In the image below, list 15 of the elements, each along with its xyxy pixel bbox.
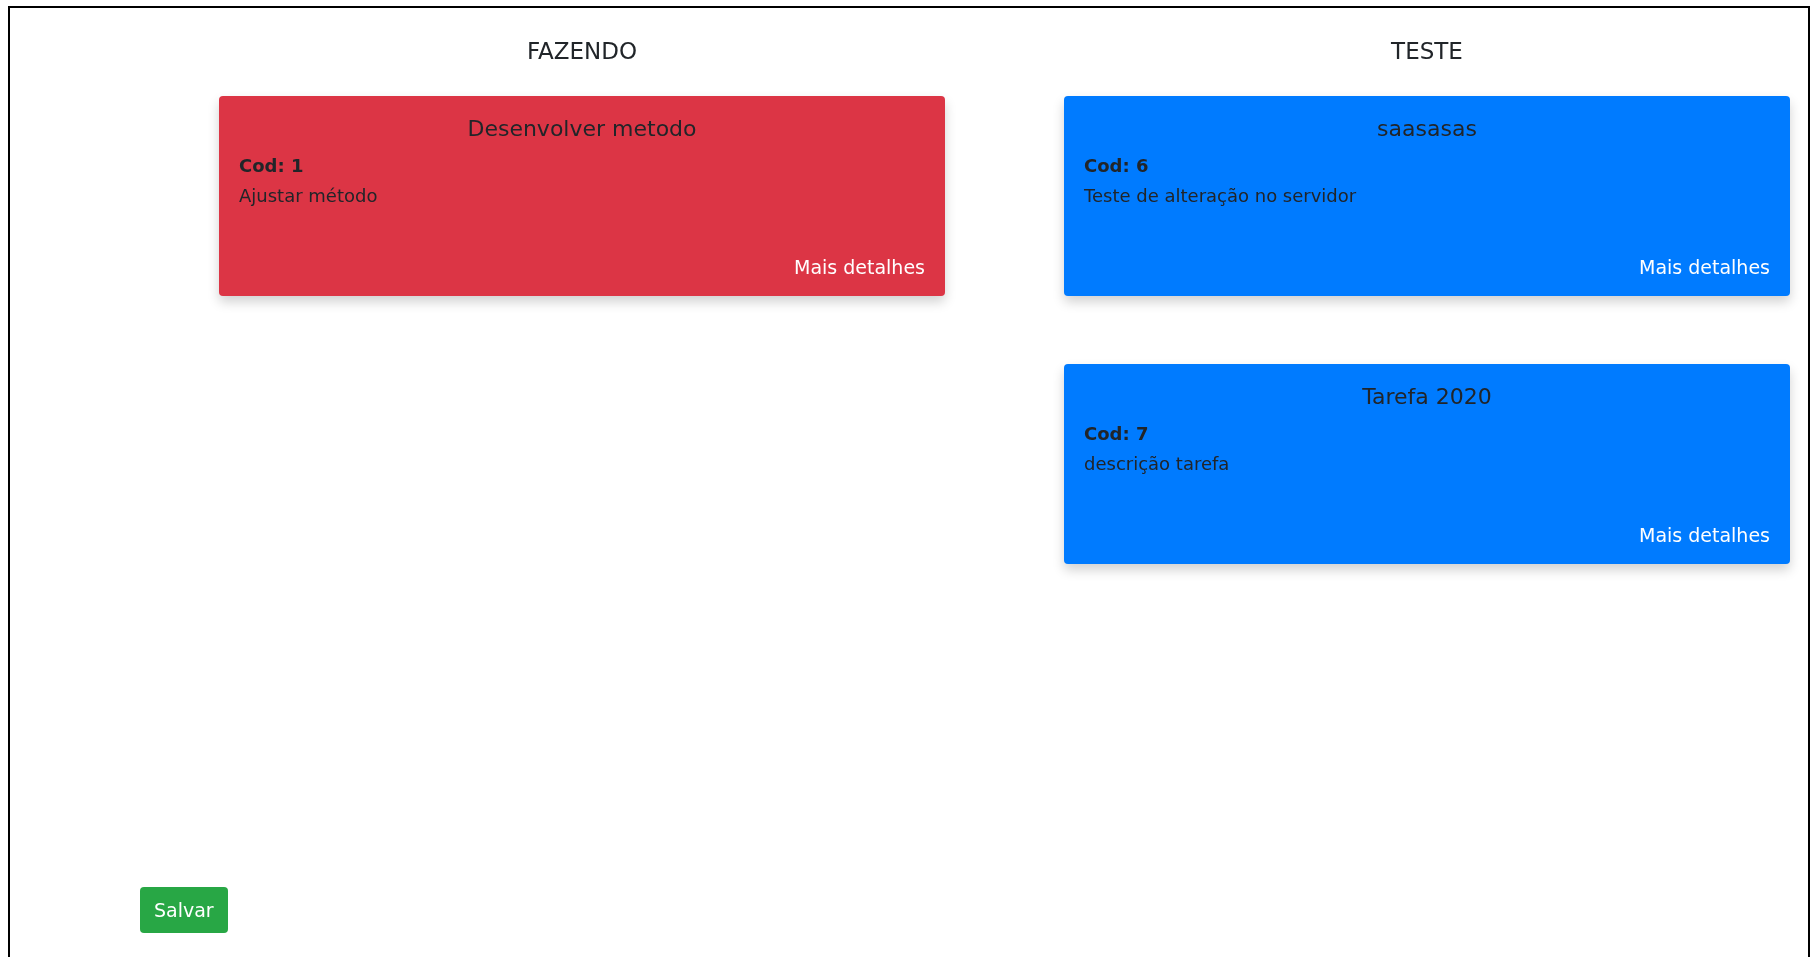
card-title: saasasas xyxy=(1377,116,1477,141)
details-link[interactable]: Mais detalhes xyxy=(1639,256,1770,278)
card-description: Ajustar método xyxy=(239,184,378,208)
column-title: FAZENDO xyxy=(526,38,638,66)
card-description: Teste de alteração no servidor xyxy=(1084,184,1357,208)
save-button[interactable]: Salvar xyxy=(140,887,228,933)
card-description: descrição tarefa xyxy=(1084,452,1230,476)
column-title: TESTE xyxy=(1391,38,1463,66)
card-title: Desenvolver metodo xyxy=(467,116,697,141)
card-title: Tarefa 2020 xyxy=(1362,384,1492,409)
card-code: Cod: 7 xyxy=(1084,422,1149,446)
card-code: Cod: 6 xyxy=(1084,154,1149,178)
details-link[interactable]: Mais detalhes xyxy=(794,256,925,278)
details-link[interactable]: Mais detalhes xyxy=(1639,524,1770,546)
card-code: Cod: 1 xyxy=(239,154,304,178)
